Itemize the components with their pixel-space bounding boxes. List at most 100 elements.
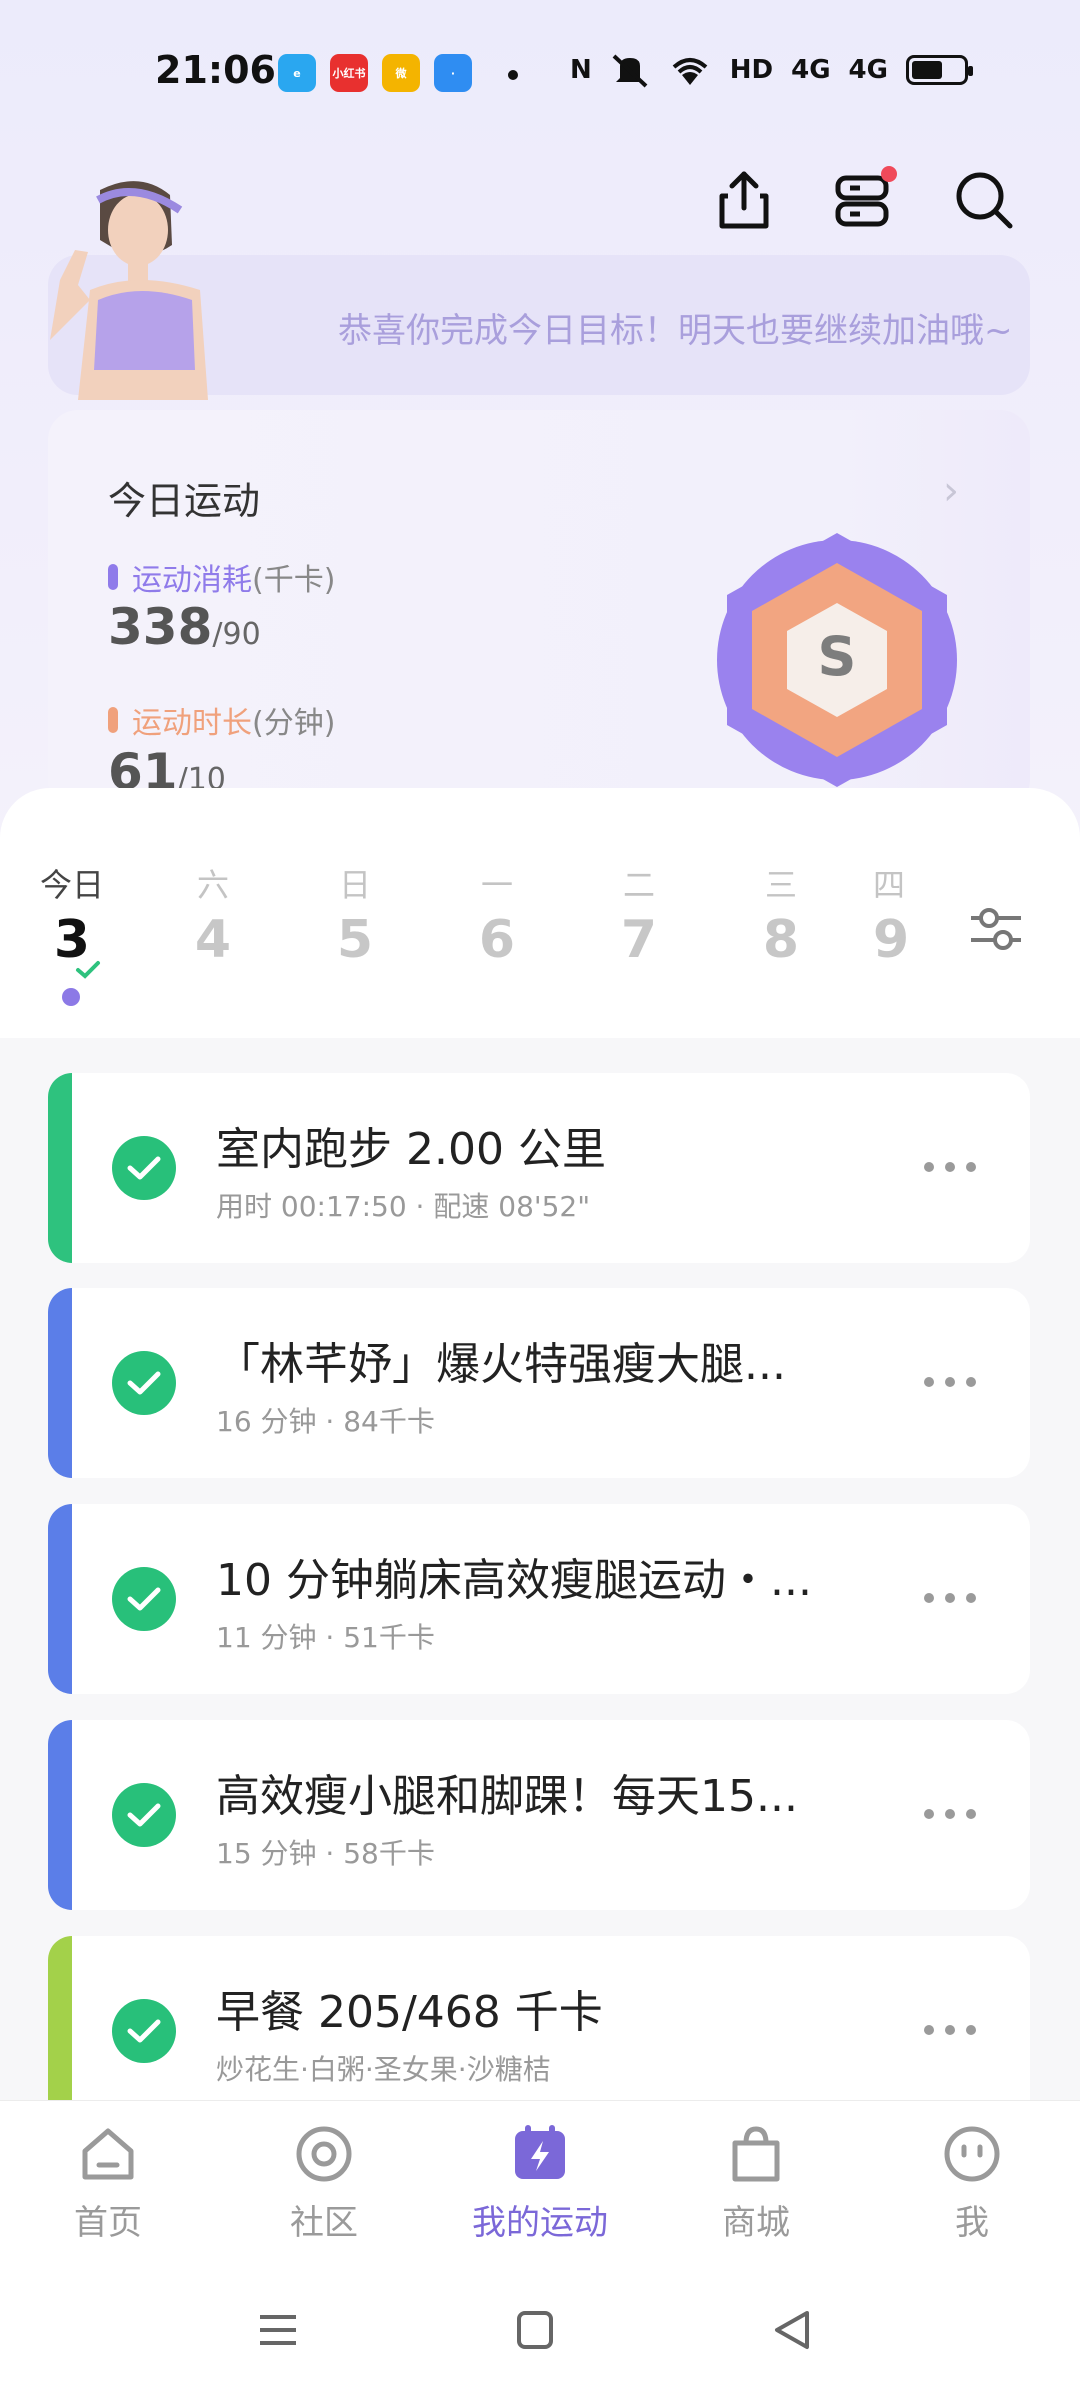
profile-icon xyxy=(944,2126,1000,2182)
duration-unit: (分钟) xyxy=(252,706,336,741)
shop-icon xyxy=(732,2126,780,2182)
banner-message: 恭喜你完成今日目标！明天也要继续加油哦~ xyxy=(338,311,1013,351)
activity-title: 10 分钟躺床高效瘦腿运动・... xyxy=(216,1555,812,1606)
filter-settings-icon[interactable] xyxy=(965,898,1027,960)
duration-label: 运动时长 (分钟) xyxy=(108,698,335,742)
activity-subtitle: 16 分钟 · 84千卡 xyxy=(216,1405,435,1438)
chevron-right-icon[interactable]: › xyxy=(943,468,959,514)
nfc-icon: N xyxy=(570,55,592,85)
browser-notification-icon: e xyxy=(278,54,316,92)
nav-my-sport[interactable]: 我的运动 xyxy=(450,2121,630,2244)
day-weekday: 二 xyxy=(622,866,655,904)
more-notifications-dot xyxy=(508,70,518,80)
system-navigation-bar xyxy=(0,2260,1080,2400)
battery-icon xyxy=(905,55,973,85)
notification-icons: e 小红书 微 · xyxy=(278,54,472,92)
my-sport-icon xyxy=(515,2125,565,2179)
day-date: 5 xyxy=(336,910,374,970)
wifi-icon xyxy=(672,58,708,85)
activity-subtitle: 15 分钟 · 58千卡 xyxy=(216,1837,435,1870)
completed-check-icon xyxy=(112,1567,176,1631)
day-weekday: 三 xyxy=(764,866,797,904)
today-title: 今日运动 xyxy=(108,479,261,523)
activity-ring: S xyxy=(717,533,957,787)
community-icon xyxy=(296,2126,352,2182)
more-options-icon[interactable] xyxy=(924,1802,976,1826)
day-wed[interactable]: 三 8 xyxy=(731,860,831,970)
message-notification-icon: · xyxy=(434,54,472,92)
activity-accent-bar xyxy=(48,1936,72,2126)
day-tue[interactable]: 二 7 xyxy=(589,860,689,970)
signal-1-icon: 4G xyxy=(791,55,831,85)
signal-2-icon: 4G xyxy=(848,55,888,85)
avatar-mascot-figure xyxy=(50,181,208,400)
system-icons: N HD 4G 4G xyxy=(570,52,973,88)
completed-check-icon xyxy=(112,1351,176,1415)
day-mon[interactable]: 一 6 xyxy=(447,860,547,970)
day-weekday: 六 xyxy=(196,866,229,904)
status-bar: 21:06 e 小红书 微 · N HD 4G 4G xyxy=(0,40,1080,104)
weibo-notification-icon: 微 xyxy=(382,54,420,92)
status-time: 21:06 xyxy=(155,48,276,92)
calories-color-bar xyxy=(108,564,118,590)
xiaohongshu-notification-icon: 小红书 xyxy=(330,54,368,92)
nav-community[interactable]: 社区 xyxy=(234,2121,414,2244)
activity-accent-bar xyxy=(48,1720,72,1910)
calories-goal: /90 xyxy=(212,617,261,652)
devices-badge-dot xyxy=(881,166,897,182)
nav-profile[interactable]: 我 xyxy=(882,2121,1062,2244)
calories-unit: (千卡) xyxy=(252,563,336,598)
more-options-icon[interactable] xyxy=(924,2018,976,2042)
activity-card[interactable]: 高效瘦小腿和脚踝！每天15... 15 分钟 · 58千卡 xyxy=(48,1720,1030,1910)
completed-check-icon xyxy=(112,1999,176,2063)
completed-check-icon xyxy=(112,1783,176,1847)
activity-title: 早餐 205/468 千卡 xyxy=(216,1987,603,2038)
search-icon[interactable] xyxy=(952,168,1016,232)
day-thu[interactable]: 四 9 xyxy=(873,860,925,970)
calories-label: 运动消耗 (千卡) xyxy=(108,555,335,599)
nav-profile-label: 我 xyxy=(955,2203,989,2243)
day-date: 4 xyxy=(194,910,232,970)
duration-color-bar xyxy=(108,707,118,733)
duration-label-text: 运动时长 xyxy=(132,706,252,741)
activity-title: 室内跑步 2.00 公里 xyxy=(216,1124,606,1175)
activity-card[interactable]: 室内跑步 2.00 公里 用时 00:17:50 · 配速 08'52" xyxy=(48,1073,1030,1263)
more-options-icon[interactable] xyxy=(924,1586,976,1610)
day-date: 9 xyxy=(873,910,910,970)
day-sat[interactable]: 六 4 xyxy=(163,860,263,970)
day-date: 6 xyxy=(478,910,516,970)
activity-subtitle: 用时 00:17:50 · 配速 08'52" xyxy=(216,1190,591,1223)
activity-accent-bar xyxy=(48,1288,72,1478)
day-date: 8 xyxy=(762,910,800,970)
nav-shop-label: 商城 xyxy=(722,2203,790,2243)
nav-home[interactable]: 首页 xyxy=(18,2121,198,2244)
more-options-icon[interactable] xyxy=(924,1370,976,1394)
bottom-nav: 首页 社区 我的运动 商城 我 xyxy=(0,2100,1080,2260)
activity-title: 「林芊妤」爆火特强瘦大腿... xyxy=(216,1339,786,1390)
activity-card[interactable]: 10 分钟躺床高效瘦腿运动・... 11 分钟 · 51千卡 xyxy=(48,1504,1030,1694)
calories-label-text: 运动消耗 xyxy=(132,563,252,598)
home-button-icon[interactable] xyxy=(505,2305,565,2355)
activity-subtitle: 11 分钟 · 51千卡 xyxy=(216,1621,435,1654)
nav-shop[interactable]: 商城 xyxy=(666,2121,846,2244)
nav-home-label: 首页 xyxy=(74,2203,142,2243)
back-icon[interactable] xyxy=(763,2305,823,2355)
ring-letter: S xyxy=(818,625,857,688)
activity-accent-bar xyxy=(48,1504,72,1694)
more-options-icon[interactable] xyxy=(924,1155,976,1179)
calories-number: 338 xyxy=(108,598,213,656)
today-exercise-card[interactable]: 今日运动 › 运动消耗 (千卡) 338/90 运动时长 (分钟) 61/10 … xyxy=(48,410,1030,810)
nav-community-label: 社区 xyxy=(290,2203,358,2243)
day-sun[interactable]: 日 5 xyxy=(305,860,405,970)
share-icon[interactable] xyxy=(712,168,776,232)
menu-icon[interactable] xyxy=(248,2305,308,2355)
activity-card[interactable]: 早餐 205/468 千卡 炒花生·白粥·圣女果·沙糖桔 xyxy=(48,1936,1030,2126)
day-weekday: 今日 xyxy=(39,866,104,904)
activity-card[interactable]: 「林芊妤」爆火特强瘦大腿... 16 分钟 · 84千卡 xyxy=(48,1288,1030,1478)
day-today[interactable]: 今日 3 xyxy=(22,860,122,970)
activity-accent-bar xyxy=(48,1073,72,1263)
completed-check-icon xyxy=(112,1136,176,1200)
calories-value: 338/90 xyxy=(108,598,261,656)
today-indicator-dot xyxy=(62,988,80,1006)
day-weekday: 日 xyxy=(338,866,371,904)
